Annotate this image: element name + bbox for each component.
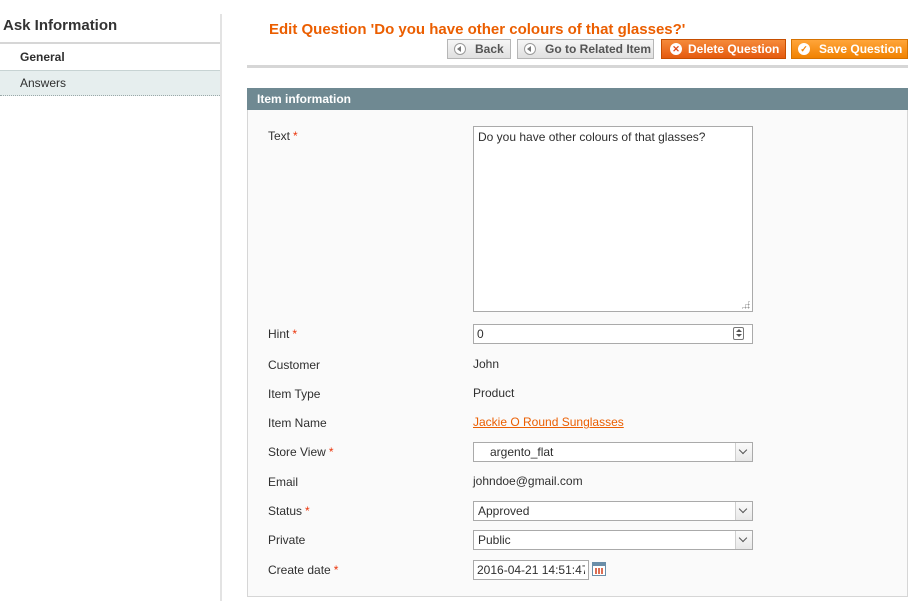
- required-marker: *: [328, 445, 334, 459]
- save-question-button[interactable]: Save Question: [791, 39, 908, 59]
- item-name-link[interactable]: Jackie O Round Sunglasses: [473, 415, 624, 429]
- delete-question-button[interactable]: Delete Question: [661, 39, 786, 59]
- status-select[interactable]: Approved: [473, 501, 753, 521]
- hint-input[interactable]: [473, 324, 753, 344]
- email-value: johndoe@gmail.com: [473, 474, 583, 488]
- stepper-icon[interactable]: [733, 327, 744, 340]
- store-view-selected: argento_flat: [490, 445, 554, 459]
- tab-answers[interactable]: Answers: [0, 70, 220, 96]
- chevron-down-icon: [735, 502, 752, 520]
- item-name-label: Item Name: [268, 416, 327, 430]
- customer-label: Customer: [268, 358, 321, 372]
- header-divider: [247, 65, 908, 68]
- calendar-icon[interactable]: [592, 562, 606, 576]
- save-question-label: Save Question: [819, 42, 903, 56]
- text-label: Text *: [268, 129, 298, 143]
- private-select[interactable]: Public: [473, 530, 753, 550]
- store-view-label-text: Store View: [268, 445, 326, 459]
- private-label: Private: [268, 533, 306, 547]
- chevron-down-icon: [735, 531, 752, 549]
- delete-question-label: Delete Question: [688, 42, 780, 56]
- private-selected: Public: [478, 533, 511, 547]
- status-selected: Approved: [478, 504, 530, 518]
- text-textarea[interactable]: Do you have other colours of that glasse…: [473, 126, 753, 312]
- required-marker: *: [333, 563, 339, 577]
- circle-x-icon: [670, 40, 682, 58]
- page-title: Edit Question 'Do you have other colours…: [269, 21, 686, 38]
- go-to-related-item-button[interactable]: Go to Related Item: [517, 39, 654, 59]
- circle-arrow-left-icon: [454, 43, 466, 55]
- fieldset-header: Item information: [247, 88, 908, 110]
- required-marker: *: [305, 504, 310, 518]
- sidebar-divider: [220, 14, 222, 601]
- store-view-select[interactable]: argento_flat: [473, 442, 753, 462]
- create-date-label-text: Create date: [268, 563, 331, 577]
- create-date-input[interactable]: [473, 560, 589, 580]
- customer-value: John: [473, 357, 500, 371]
- sidebar-title: Ask Information: [0, 0, 220, 44]
- back-button[interactable]: Back: [447, 39, 511, 59]
- go-to-related-item-label: Go to Related Item: [545, 42, 652, 56]
- required-marker: *: [292, 327, 298, 341]
- circle-check-icon: [798, 40, 810, 58]
- text-label-text: Text: [268, 129, 291, 143]
- hint-label: Hint *: [268, 327, 297, 341]
- back-button-label: Back: [475, 42, 504, 56]
- status-label: Status *: [268, 504, 310, 518]
- email-label: Email: [268, 475, 299, 489]
- store-view-label: Store View *: [268, 445, 333, 459]
- item-type-value: Product: [473, 386, 515, 400]
- circle-arrow-left-icon: [524, 43, 536, 55]
- sidebar: Ask Information General Answers: [0, 0, 222, 601]
- chevron-down-icon: [735, 443, 752, 461]
- create-date-label: Create date *: [268, 563, 338, 577]
- tab-general[interactable]: General: [0, 46, 220, 70]
- required-marker: *: [293, 129, 298, 143]
- hint-label-text: Hint: [268, 327, 290, 341]
- item-type-label: Item Type: [268, 387, 321, 401]
- status-label-text: Status: [268, 504, 303, 518]
